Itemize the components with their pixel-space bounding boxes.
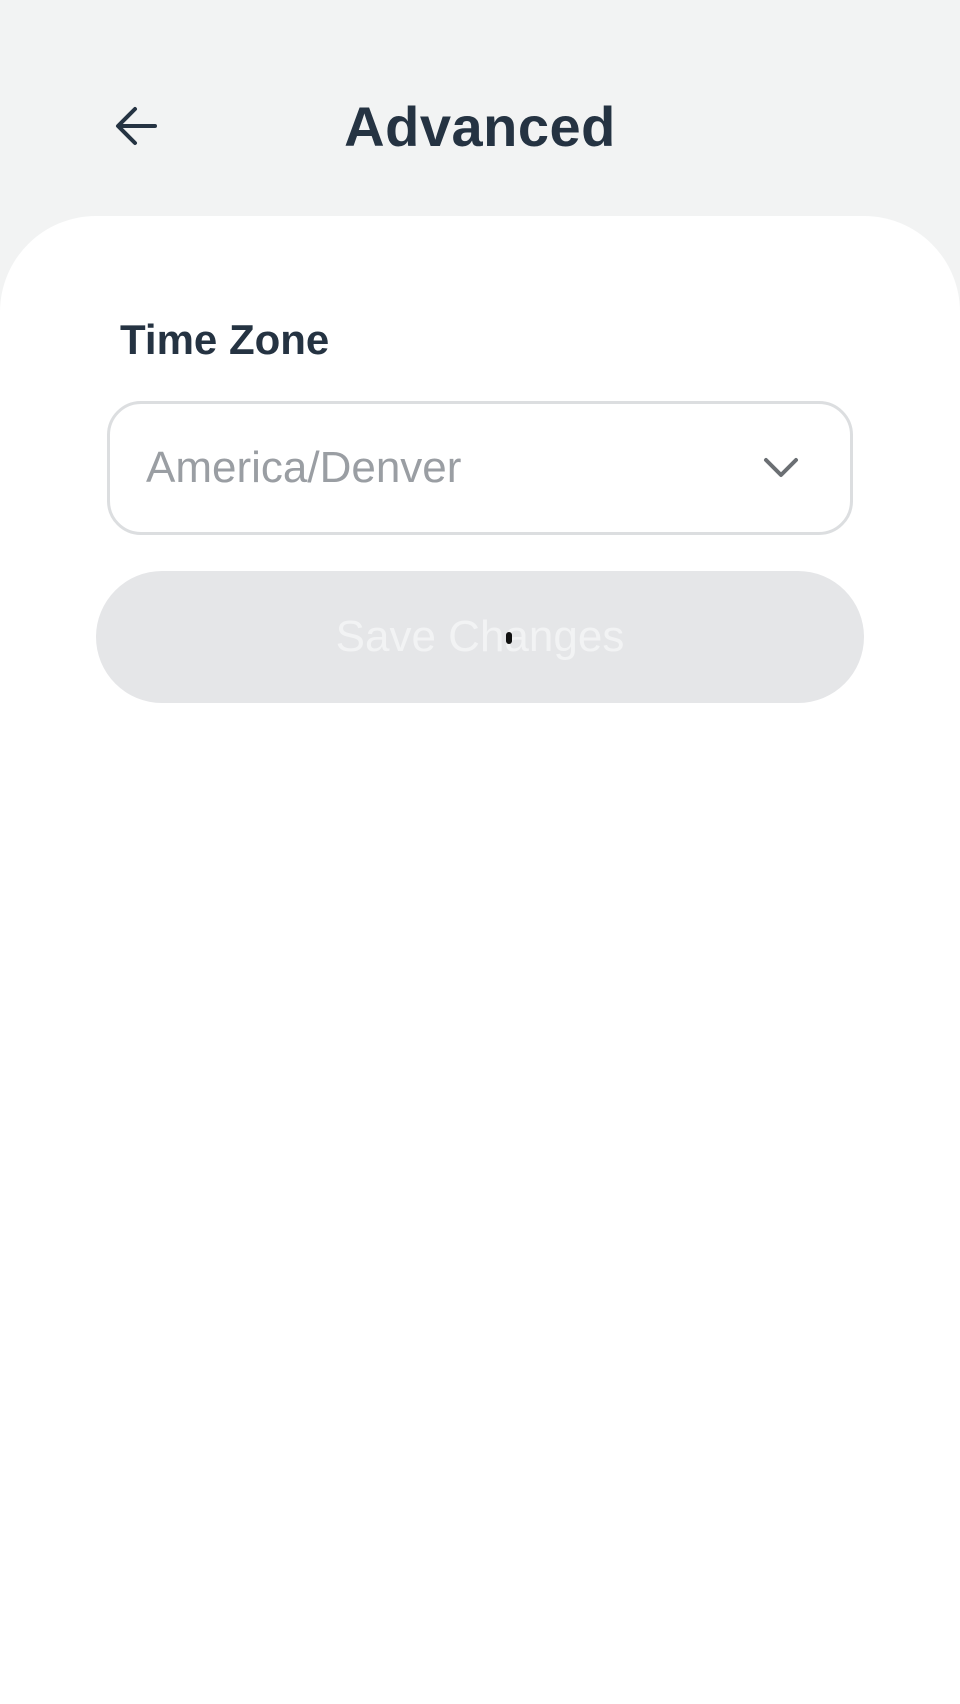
save-changes-label: Save Changes bbox=[335, 612, 625, 661]
page-title: Advanced bbox=[344, 95, 616, 158]
save-changes-button[interactable]: Save Changes bbox=[96, 571, 864, 703]
header: Advanced bbox=[0, 0, 960, 216]
time-zone-select[interactable]: America/Denver bbox=[107, 401, 853, 535]
time-zone-label: Time Zone bbox=[120, 316, 330, 363]
chevron-down-icon bbox=[764, 458, 798, 477]
loading-indicator bbox=[506, 632, 512, 644]
time-zone-value: America/Denver bbox=[146, 443, 462, 492]
